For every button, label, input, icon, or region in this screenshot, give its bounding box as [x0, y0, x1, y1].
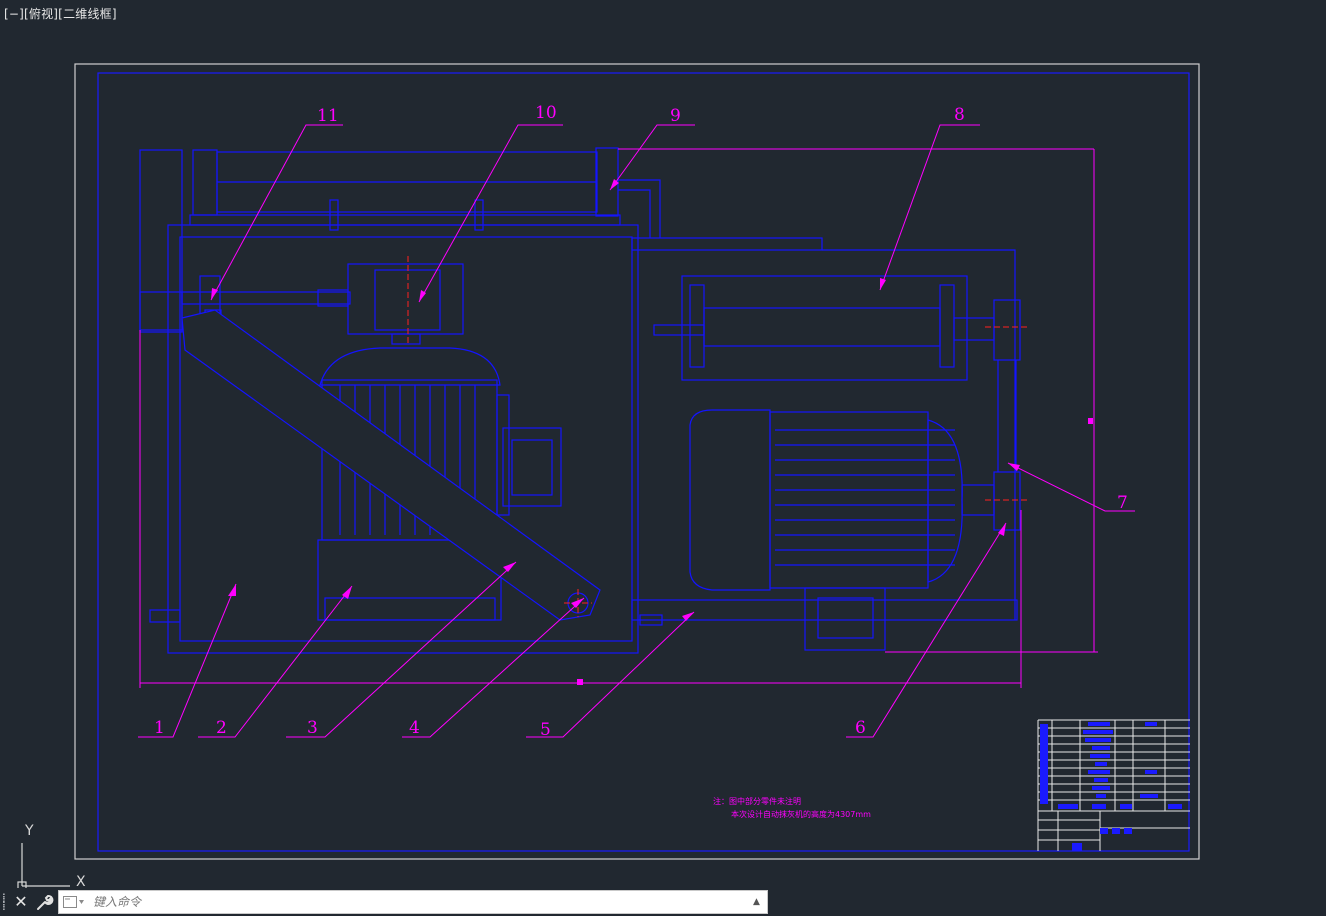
ucs-y-label: Y: [25, 823, 34, 839]
command-history-toggle[interactable]: ▲: [753, 896, 763, 908]
ucs-icon: [17, 843, 70, 888]
command-input[interactable]: [93, 893, 733, 911]
callout-label: 11: [317, 106, 339, 126]
drawing-canvas[interactable]: 1 2 3 4 5 6 7 8 9 10 11 注：图中部分零件未注明 本次设计…: [0, 0, 1326, 888]
callout-label: 2: [216, 718, 227, 738]
callout-label: 10: [535, 103, 557, 123]
machine-assembly: [139, 147, 1021, 654]
callout-label: 4: [409, 718, 420, 738]
callout-label: 7: [1117, 493, 1128, 513]
callout-label: 1: [154, 718, 165, 738]
customize-wrench-icon[interactable]: [34, 892, 54, 912]
callout-label: 6: [855, 718, 866, 738]
grip-point[interactable]: [1088, 418, 1093, 424]
callout-label: 5: [540, 720, 551, 740]
command-line-bar: ⁞⁞ ✕ ▲: [0, 888, 1326, 916]
sheet-outer-border: [74, 63, 1200, 860]
drawing-note: 本次设计自动抹灰机的高度为4307mm: [731, 809, 871, 819]
command-prompt-icon[interactable]: [63, 896, 85, 909]
grip-handle-icon[interactable]: ⁞ ⁞: [2, 892, 10, 912]
close-command-line-button[interactable]: ✕: [13, 892, 29, 912]
drawing-note: 注：图中部分零件未注明: [713, 796, 801, 806]
callout-label: 3: [307, 718, 318, 738]
callout-label: 8: [954, 105, 965, 125]
callout-label: 9: [670, 106, 681, 126]
grip-point[interactable]: [577, 679, 583, 685]
title-block: [1037, 719, 1190, 851]
leader-lines: [138, 124, 1135, 738]
command-input-box[interactable]: ▲: [58, 890, 768, 914]
